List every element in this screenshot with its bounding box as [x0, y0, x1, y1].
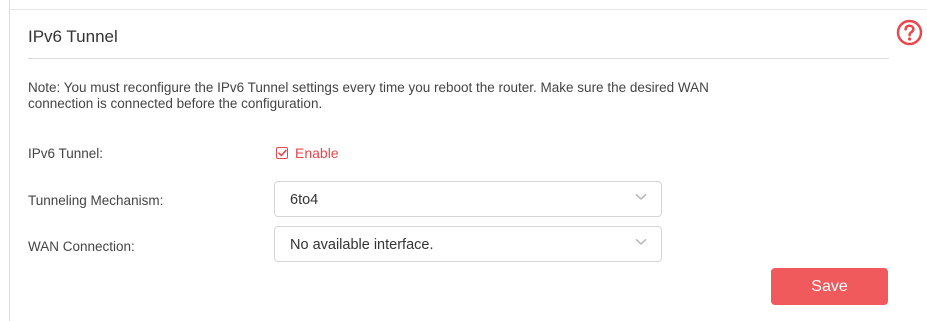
checkbox-box[interactable]: [276, 147, 288, 159]
ipv6-tunnel-label: IPv6 Tunnel:: [28, 146, 104, 161]
chevron-down-icon: [635, 194, 647, 200]
tunneling-mechanism-select[interactable]: 6to4: [274, 181, 662, 217]
wan-connection-select[interactable]: No available interface.: [274, 226, 662, 262]
title-divider: [28, 58, 889, 59]
chevron-down-icon: [635, 239, 647, 245]
wan-connection-label: WAN Connection:: [28, 239, 135, 254]
section-title: IPv6 Tunnel: [28, 27, 118, 46]
ipv6-tunnel-page: IPv6 Tunnel Note: You must reconfigure t…: [0, 0, 927, 321]
tunneling-mechanism-label: Tunneling Mechanism:: [28, 193, 164, 208]
note-line-1: Note: You must reconfigure the IPv6 Tunn…: [28, 80, 709, 95]
note-text: Note: You must reconfigure the IPv6 Tunn…: [28, 80, 868, 112]
wan-connection-value: No available interface.: [290, 237, 434, 253]
panel-left-border: [9, 0, 10, 321]
enable-label[interactable]: Enable: [295, 145, 339, 161]
tunneling-mechanism-value: 6to4: [290, 192, 319, 208]
panel-top-border: [9, 9, 927, 10]
checkmark-icon: [277, 149, 287, 157]
ipv6-tunnel-enable-checkbox[interactable]: Enable: [276, 145, 339, 161]
help-circle-icon[interactable]: [896, 19, 923, 46]
note-line-2: connection is connected before the confi…: [28, 96, 323, 111]
save-button[interactable]: Save: [771, 268, 888, 305]
